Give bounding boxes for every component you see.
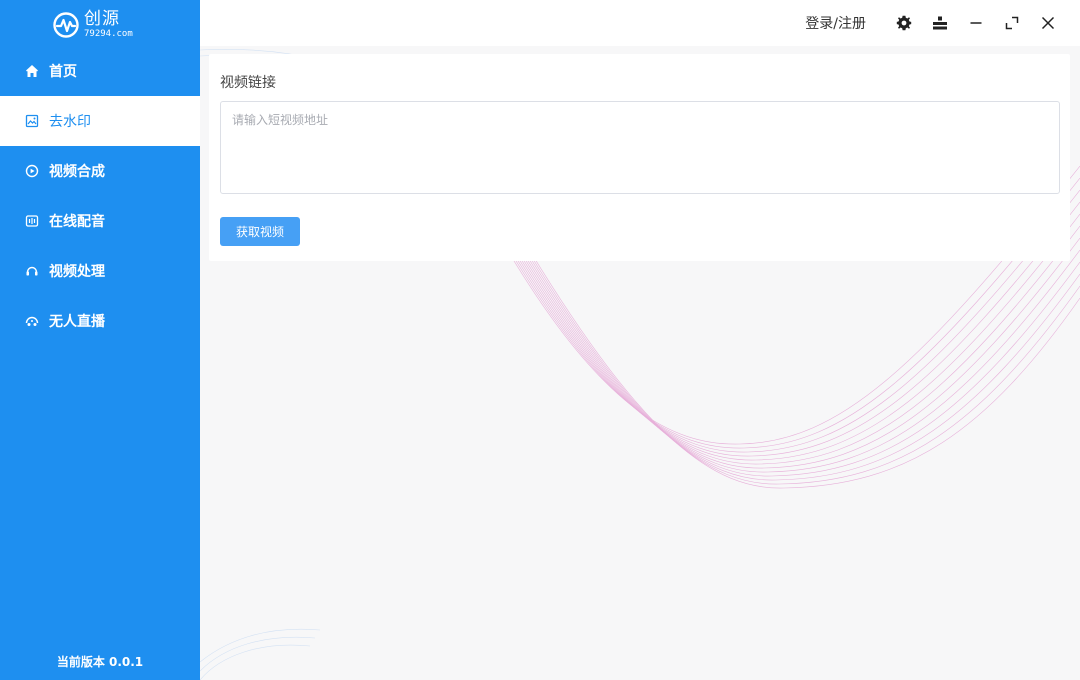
- video-link-card: 视频链接 获取视频: [209, 54, 1070, 261]
- sidebar-nav: 首页 去水印 视频合成 在线配音 视频处理 无人直播: [0, 46, 200, 346]
- sidebar-item-voice[interactable]: 在线配音: [0, 196, 200, 246]
- voice-icon: [24, 213, 40, 229]
- settings-button[interactable]: [886, 0, 922, 46]
- logo-icon: [53, 12, 79, 38]
- toolbox-icon: [933, 16, 947, 30]
- live-icon: [24, 313, 40, 329]
- app-name: 创源: [84, 9, 120, 29]
- sidebar-item-video-process[interactable]: 视频处理: [0, 246, 200, 296]
- close-icon: [1041, 16, 1055, 30]
- sidebar-item-label: 视频合成: [49, 164, 105, 180]
- sidebar-item-label: 首页: [49, 64, 77, 80]
- sidebar-item-label: 在线配音: [49, 214, 105, 230]
- close-button[interactable]: [1030, 0, 1066, 46]
- get-video-button[interactable]: 获取视频: [220, 217, 300, 246]
- version-label: 当前版本 0.0.1: [56, 655, 144, 669]
- sidebar-item-watermark[interactable]: 去水印: [0, 96, 200, 146]
- toolbox-button[interactable]: [922, 0, 958, 46]
- home-icon: [24, 63, 40, 79]
- login-register-link[interactable]: 登录/注册: [805, 13, 866, 33]
- sidebar-item-home[interactable]: 首页: [0, 46, 200, 96]
- video-link-label: 视频链接: [220, 75, 276, 91]
- image-edit-icon: [24, 113, 40, 129]
- app-site: 79294.com: [84, 29, 133, 39]
- title-bar: 登录/注册: [200, 0, 1080, 46]
- app-logo: 创源 79294.com: [52, 8, 162, 42]
- sidebar-item-live[interactable]: 无人直播: [0, 296, 200, 346]
- maximize-icon: [1005, 16, 1019, 30]
- video-url-input[interactable]: [220, 101, 1060, 194]
- headset-icon: [24, 263, 40, 279]
- maximize-button[interactable]: [994, 0, 1030, 46]
- minimize-button[interactable]: [958, 0, 994, 46]
- sidebar-item-label: 去水印: [49, 114, 91, 130]
- sidebar-item-video-compose[interactable]: 视频合成: [0, 146, 200, 196]
- video-compose-icon: [24, 163, 40, 179]
- sidebar-item-label: 无人直播: [49, 314, 105, 330]
- sidebar: 创源 79294.com 首页 去水印 视频合成 在线配音 视频处理 无人直播 …: [0, 0, 200, 680]
- minimize-icon: [970, 22, 982, 24]
- sidebar-item-label: 视频处理: [49, 264, 105, 280]
- gear-icon: [896, 15, 912, 31]
